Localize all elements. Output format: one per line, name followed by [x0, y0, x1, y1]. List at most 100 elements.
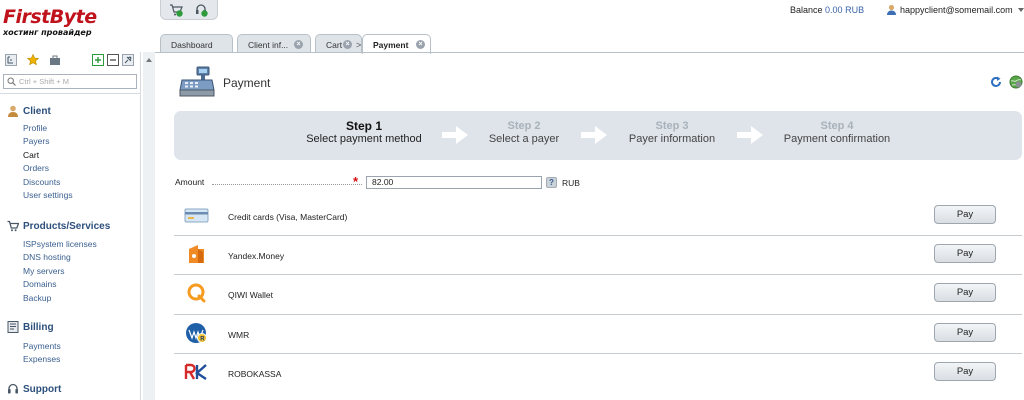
step-label: Payment confirmation — [783, 133, 891, 145]
tab-dashboard[interactable]: Dashboard — [160, 34, 233, 53]
step-2: Step 2 Select a payer — [487, 120, 561, 146]
close-icon[interactable]: × — [294, 40, 303, 49]
sidebar-group-title[interactable]: Billing — [7, 321, 61, 337]
sidebar-group-label: Products/Services — [23, 221, 111, 232]
close-icon[interactable]: × — [416, 40, 425, 49]
tab-label: Cart — [326, 40, 343, 50]
chevron-down-icon — [1017, 8, 1024, 12]
sidebar-divider — [0, 93, 141, 94]
sidebar-toolbar — [3, 52, 139, 69]
sidebar-group-label: Client — [23, 106, 51, 117]
payment-method-row: ROBOKASSA Pay — [174, 354, 1022, 393]
sidebar-item-profile[interactable]: Profile — [7, 122, 73, 135]
top-bar: FirstByte хостинг провайдер Balance 0.00… — [0, 0, 1024, 37]
step-number: Step 4 — [820, 120, 854, 132]
search-icon — [7, 77, 16, 86]
pay-button[interactable]: Pay — [934, 361, 996, 381]
sidebar-item-cart[interactable]: Cart — [7, 149, 73, 162]
search-input[interactable] — [19, 76, 134, 87]
sidebar-group-support: Support — [7, 383, 61, 399]
tab-bar: Dashboard Client inf... × Cart × > Payme… — [160, 34, 1024, 54]
refresh-icon[interactable] — [990, 76, 1002, 88]
briefcase-icon[interactable] — [49, 54, 61, 66]
quick-icons-panel — [160, 0, 218, 20]
payment-method-name: WMR — [228, 329, 250, 340]
sidebar-item-discounts[interactable]: Discounts — [7, 176, 73, 189]
balance-value[interactable]: 0.00 RUB — [825, 5, 864, 15]
amount-field[interactable]: 82.00 — [366, 176, 542, 189]
logo-wordmark: FirstByte — [3, 6, 97, 28]
tab-cart[interactable]: Cart × > — [315, 34, 362, 53]
globe-help-icon[interactable] — [1009, 75, 1023, 89]
chevron-right-icon: > — [356, 40, 362, 50]
payment-method-row: QIWI Wallet Pay — [174, 275, 1022, 315]
user-menu[interactable]: happyclient@somemail.com — [886, 4, 1024, 15]
sidebar-item-user-settings[interactable]: User settings — [7, 189, 73, 202]
sidebar-group-title[interactable]: Client — [7, 105, 73, 121]
scroll-up-icon[interactable] — [146, 58, 152, 62]
sidebar-item-orders[interactable]: Orders — [7, 162, 73, 175]
page-title: Payment — [223, 76, 271, 90]
required-asterisk: * — [353, 174, 359, 189]
logo-tagline: хостинг провайдер — [3, 28, 92, 37]
payment-method-name: QIWI Wallet — [228, 290, 274, 301]
tab-client-info[interactable]: Client inf... × — [237, 34, 311, 53]
pay-button[interactable]: Pay — [934, 283, 996, 303]
sidebar-item-payers[interactable]: Payers — [7, 135, 73, 148]
support-icon[interactable] — [194, 3, 208, 17]
billing-icon — [7, 321, 19, 333]
step-3: Step 3 Payer information — [626, 120, 718, 146]
user-icon — [887, 4, 896, 15]
pay-button[interactable]: Pay — [934, 322, 996, 342]
main-content: Payment Step 1 Select payment method Ste… — [160, 53, 1024, 400]
tab-payment[interactable]: Payment × — [362, 34, 431, 54]
qiwi-icon — [187, 283, 206, 303]
tree-icon[interactable] — [5, 54, 17, 66]
sidebar-item-payments[interactable]: Payments — [7, 340, 61, 353]
cart-icon[interactable] — [169, 3, 183, 17]
step-1: Step 1 Select payment method — [306, 120, 422, 146]
collapse-all-icon[interactable] — [107, 54, 119, 66]
sidebar-group-title[interactable]: Support — [7, 383, 61, 399]
step-number: Step 3 — [655, 120, 689, 132]
support-icon — [8, 383, 18, 394]
sidebar-item-dns-hosting[interactable]: DNS hosting — [7, 251, 110, 264]
sidebar-item-my-servers[interactable]: My servers — [7, 265, 110, 278]
step-arrow-icon — [737, 126, 763, 144]
pin-icon[interactable] — [122, 54, 134, 66]
expand-all-icon[interactable] — [92, 54, 104, 66]
sidebar-group-products-services: Products/Services ISPsystem licenses DNS… — [7, 220, 110, 305]
help-icon[interactable]: ? — [546, 177, 557, 188]
payment-method-name: ROBOKASSA — [228, 368, 282, 379]
payment-method-row: Credit cards (Visa, MasterCard) Pay — [174, 197, 1022, 237]
sidebar-scrollbar[interactable] — [143, 52, 155, 400]
webmoney-icon: R — [186, 322, 207, 343]
sidebar-item-backup[interactable]: Backup — [7, 292, 110, 305]
step-number: Step 2 — [507, 120, 541, 132]
firstbyte-logo[interactable]: FirstByte хостинг провайдер — [3, 6, 145, 40]
yandex-money-icon — [189, 245, 204, 264]
step-number: Step 1 — [345, 119, 382, 133]
amount-label: Amount — [175, 177, 205, 187]
star-icon[interactable] — [27, 54, 39, 66]
step-arrow-icon — [581, 126, 607, 144]
sidebar-item-domains[interactable]: Domains — [7, 278, 110, 291]
dotted-leader — [212, 184, 362, 185]
balance-display: Balance 0.00 RUB — [790, 5, 864, 15]
close-icon[interactable]: × — [343, 40, 352, 49]
step-label: Select payment method — [306, 133, 422, 145]
step-label: Payer information — [628, 133, 716, 145]
payment-step-wizard: Step 1 Select payment method Step 2 Sele… — [174, 111, 1022, 160]
sidebar-group-title[interactable]: Products/Services — [7, 220, 110, 236]
sidebar-item-ispsystem-licenses[interactable]: ISPsystem licenses — [7, 238, 110, 251]
user-email: happyclient@somemail.com — [900, 5, 1013, 15]
pay-button[interactable]: Pay — [934, 205, 996, 224]
sidebar-group-label: Billing — [23, 322, 54, 333]
pay-button[interactable]: Pay — [934, 244, 996, 264]
svg-text:R: R — [200, 336, 205, 342]
balance-label: Balance — [790, 5, 823, 15]
payment-method-name: Yandex.Money — [228, 251, 285, 262]
sidebar-item-expenses[interactable]: Expenses — [7, 353, 61, 366]
payment-method-row: R WMR Pay — [174, 315, 1022, 354]
robokassa-icon — [184, 363, 207, 380]
